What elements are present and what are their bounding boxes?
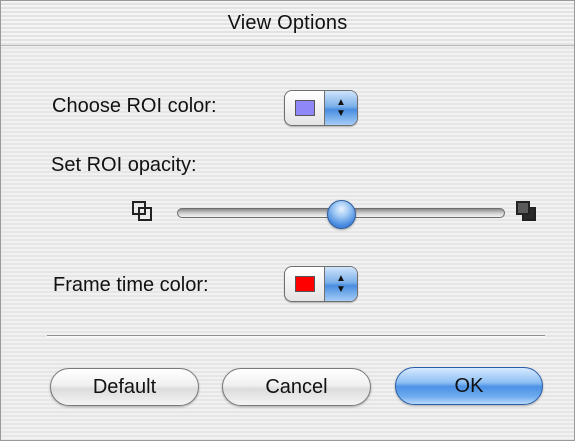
transparent-squares-icon	[132, 201, 154, 223]
roi-opacity-label: Set ROI opacity:	[51, 154, 197, 176]
roi-color-popup[interactable]: ▲ ▼	[284, 90, 358, 126]
roi-color-swatch	[295, 100, 315, 116]
separator	[47, 335, 545, 337]
ok-button[interactable]: OK	[395, 367, 543, 405]
cancel-button[interactable]: Cancel	[222, 368, 371, 406]
default-button[interactable]: Default	[50, 368, 199, 406]
view-options-window: View Options Choose ROI color: ▲ ▼ Set RO…	[0, 0, 575, 441]
up-down-arrows-icon: ▲ ▼	[324, 267, 357, 301]
roi-color-label: Choose ROI color:	[52, 95, 217, 117]
roi-opacity-slider-thumb[interactable]	[327, 200, 356, 229]
frame-time-color-label: Frame time color:	[53, 274, 209, 296]
title-bar[interactable]: View Options	[1, 1, 574, 46]
frame-time-color-swatch	[295, 276, 315, 292]
opaque-squares-icon	[516, 201, 538, 223]
up-down-arrows-icon: ▲ ▼	[324, 91, 357, 125]
frame-time-color-popup[interactable]: ▲ ▼	[284, 266, 358, 302]
window-title: View Options	[227, 11, 348, 34]
